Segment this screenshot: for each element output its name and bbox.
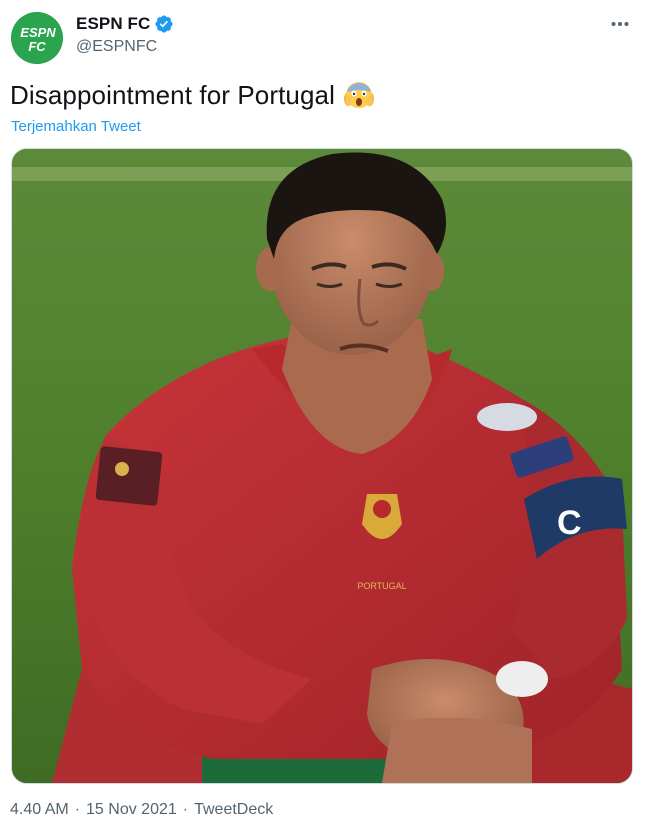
meta-separator-1: · (74, 801, 81, 818)
svg-text:PORTUGAL: PORTUGAL (357, 581, 406, 591)
author-handle[interactable]: @ESPNFC (76, 38, 157, 56)
more-dots-icon (611, 22, 629, 26)
avatar[interactable]: ESPN FC (11, 12, 63, 64)
avatar-logo-line2: FC (28, 39, 46, 54)
tweet-time[interactable]: 4.40 AM (10, 801, 69, 819)
tweet-source[interactable]: TweetDeck (194, 801, 273, 819)
photo-illustration: C PORTUGAL (12, 149, 632, 783)
tweet-media-photo[interactable]: C PORTUGAL (11, 148, 633, 784)
meta-separator-2: · (182, 801, 189, 818)
translate-tweet-link[interactable]: Terjemahkan Tweet (11, 118, 141, 135)
tweet-text-row: Disappointment for Portugal (10, 79, 375, 111)
tweet-text: Disappointment for Portugal (10, 79, 335, 110)
screaming-face-emoji-icon (343, 79, 375, 111)
tweet-meta: 4.40 AM · 15 Nov 2021 · TweetDeck (10, 801, 273, 819)
more-options-button[interactable] (608, 14, 632, 34)
tweet-card: ESPN FC ESPN FC @ESPNFC Disappointment f… (0, 0, 650, 830)
display-name[interactable]: ESPN FC (76, 14, 150, 34)
author-name-row[interactable]: ESPN FC (76, 14, 174, 34)
tweet-date[interactable]: 15 Nov 2021 (86, 801, 177, 819)
verified-badge-icon (154, 14, 174, 34)
avatar-logo-line1: ESPN (20, 25, 56, 40)
svg-text:C: C (557, 504, 582, 542)
espn-fc-logo-icon: ESPN FC (11, 12, 63, 64)
